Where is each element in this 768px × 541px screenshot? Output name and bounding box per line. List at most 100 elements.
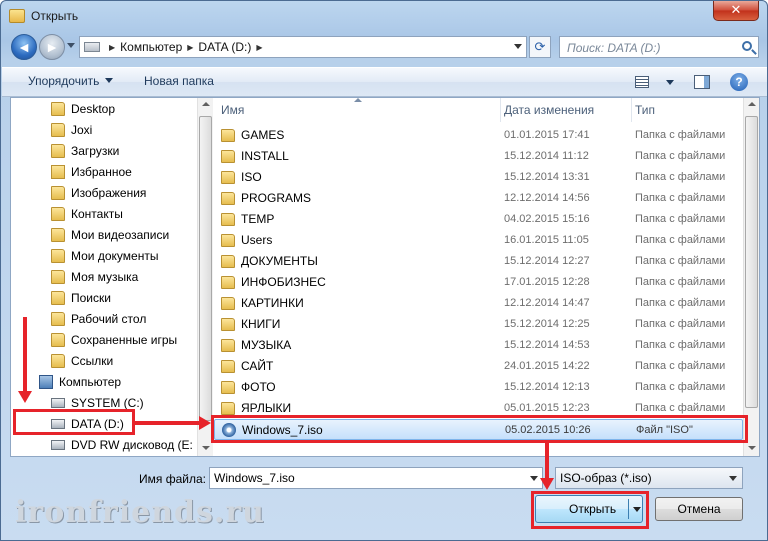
address-bar[interactable]: ▶ Компьютер ▶ DATA (D:) ▶ [79,36,527,58]
open-file-dialog: Открыть ✕ ◄ ► ▶ Компьютер ▶ DATA (D:) ▶ … [0,0,768,541]
file-row[interactable]: ISO 15.12.2014 13:31 Папка с файлами [214,167,743,188]
folder-icon [51,185,65,200]
highlight-box-selected-file [211,415,748,443]
file-type: Папка с файлами [635,234,726,246]
file-type: Папка с файлами [635,129,726,141]
file-row[interactable]: TEMP 04.02.2015 15:16 Папка с файлами [214,209,743,230]
file-type-select[interactable]: ISO-образ (*.iso) [555,467,743,489]
file-name: САЙТ [241,359,274,373]
annotation-arrow-line [135,421,201,425]
refresh-button[interactable]: ⟳ [529,36,551,58]
file-row[interactable]: Users 16.01.2015 11:05 Папка с файлами [214,230,743,251]
view-options-dropdown-icon[interactable] [666,80,674,85]
title-bar: Открыть ✕ [1,1,767,31]
file-row[interactable]: PROGRAMS 12.12.2014 14:56 Папка с файлами [214,188,743,209]
navigation-pane-scrollbar[interactable] [197,98,213,456]
sidebar-item[interactable]: Рабочий стол [11,308,195,329]
sidebar-item[interactable]: Компьютер [11,371,195,392]
sidebar-item[interactable]: Избранное [11,161,195,182]
browser-content: Desktop Joxi Загрузки Избранное Изображения К… [10,97,760,457]
file-row[interactable]: САЙТ 24.01.2015 14:22 Папка с файлами [214,356,743,377]
file-date: 15.12.2014 12:25 [504,318,590,330]
scroll-up-icon[interactable] [748,102,756,106]
file-date: 01.01.2015 17:41 [504,129,590,141]
sidebar-item-label: Мои видеозаписи [71,227,170,242]
annotation-arrow-head [18,391,32,403]
file-type: Папка с файлами [635,318,726,330]
close-button[interactable]: ✕ [713,1,759,21]
folder-icon [51,143,65,158]
address-dropdown-icon[interactable] [514,44,522,49]
search-input[interactable]: Поиск: DATA (D:) [559,36,759,58]
column-header-type[interactable]: Тип [635,98,743,122]
sidebar-item[interactable]: Загрузки [11,140,195,161]
drive-icon [51,397,65,408]
file-row[interactable]: ИНФОБИЗНЕС 17.01.2015 12:28 Папка с файлам… [214,272,743,293]
new-folder-button[interactable]: Новая папка [144,74,214,88]
breadcrumb-data-drive[interactable]: DATA (D:) [198,40,251,54]
file-row[interactable]: КАРТИНКИ 12.12.2014 14:47 Папка с файлами [214,293,743,314]
file-name-cell: КНИГИ [221,317,280,331]
file-name-cell: ISO [221,170,262,184]
sidebar-item[interactable]: DVD RW дисковод (E: [11,434,195,455]
filename-input[interactable]: Windows_7.iso [209,467,543,489]
file-row[interactable]: INSTALL 15.12.2014 11:12 Папка с файлами [214,146,743,167]
folder-icon [51,332,65,347]
breadcrumb-separator-icon[interactable]: ▶ [109,43,115,52]
sidebar-item[interactable]: Контакты [11,203,195,224]
recent-pages-dropdown-icon[interactable] [67,43,75,48]
organize-button[interactable]: Упорядочить [28,74,114,88]
sidebar-item[interactable]: Мои документы [11,245,195,266]
file-row[interactable]: ФОТО 15.12.2014 12:13 Папка с файлами [214,377,743,398]
folder-icon [221,338,235,352]
scroll-thumb[interactable] [745,116,758,408]
column-header-name[interactable]: Имя [221,98,501,122]
folder-icon [51,101,65,116]
sidebar-item[interactable]: Joxi [11,119,195,140]
file-row[interactable]: КНИГИ 15.12.2014 12:25 Папка с файлами [214,314,743,335]
scroll-up-icon[interactable] [202,102,210,106]
computer-icon [39,374,53,389]
file-list-scrollbar[interactable] [743,98,759,456]
file-type: Папка с файлами [635,276,726,288]
file-name: ИНФОБИЗНЕС [241,275,326,289]
file-name-cell: МУЗЫКА [221,338,291,352]
column-header-date[interactable]: Дата изменения [504,98,632,122]
file-name: Users [241,233,273,247]
file-type: Папка с файлами [635,360,726,372]
file-row[interactable]: ДОКУМЕНТЫ 15.12.2014 12:27 Папка с файлами [214,251,743,272]
sidebar-item[interactable]: Поиски [11,287,195,308]
breadcrumb-separator-icon[interactable]: ▶ [187,43,193,52]
sidebar-item[interactable]: Изображения [11,182,195,203]
scroll-down-icon[interactable] [202,446,210,450]
folder-icon [221,296,235,310]
back-button[interactable]: ◄ [11,34,37,60]
search-icon[interactable] [742,41,752,51]
file-name: ISO [241,170,262,184]
sidebar-item[interactable]: Ссылки [11,350,195,371]
file-name: МУЗЫКА [241,338,292,352]
file-name: INSTALL [241,149,289,163]
file-row[interactable]: МУЗЫКА 15.12.2014 14:53 Папка с файлами [214,335,743,356]
sidebar-item[interactable]: Моя музыка [11,266,195,287]
chevron-down-icon [729,476,737,481]
sidebar-item-label: Мои документы [71,248,159,263]
forward-button[interactable]: ► [39,34,65,60]
scroll-thumb[interactable] [199,116,212,421]
change-view-icon[interactable] [635,76,649,88]
filename-history-dropdown-icon[interactable] [530,476,538,481]
help-icon[interactable]: ? [730,73,748,91]
sidebar-item[interactable]: Сохраненные игры [11,329,195,350]
file-name: ФОТО [241,380,276,394]
breadcrumb-computer[interactable]: Компьютер [120,40,182,54]
sidebar-item[interactable]: Desktop [11,98,195,119]
scroll-down-icon[interactable] [748,446,756,450]
file-name-cell: ИНФОБИЗНЕС [221,275,326,289]
file-row[interactable]: GAMES 01.01.2015 17:41 Папка с файлами [214,125,743,146]
breadcrumb-separator-icon[interactable]: ▶ [256,43,262,52]
cancel-button[interactable]: Отмена [655,497,743,521]
preview-pane-icon[interactable] [694,75,710,89]
sidebar-item-label: Загрузки [71,143,120,158]
file-type-value: ISO-образ (*.iso) [560,471,652,485]
sidebar-item[interactable]: Мои видеозаписи [11,224,195,245]
